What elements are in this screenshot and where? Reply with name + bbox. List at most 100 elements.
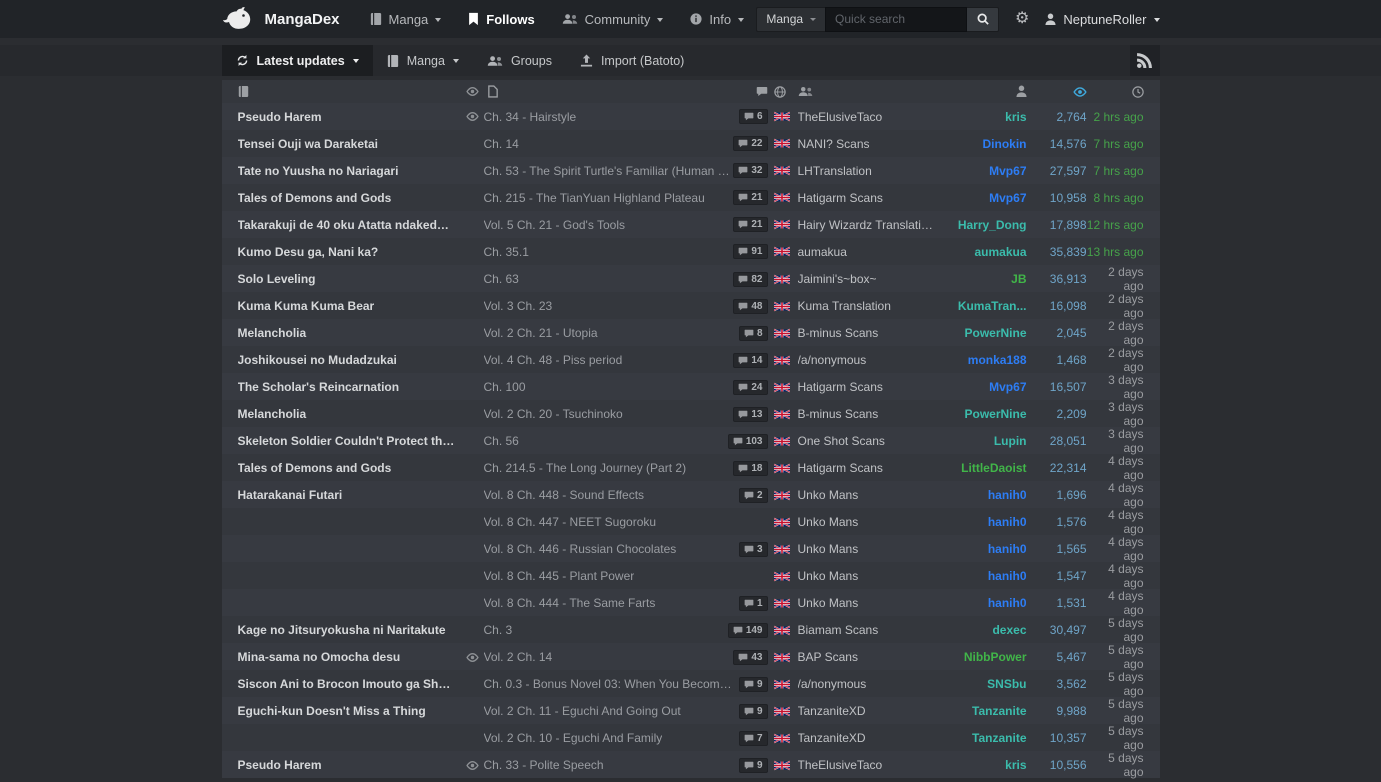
chapter-link[interactable]: Vol. 5 Ch. 21 - God's Tools [484, 218, 625, 232]
manga-title-link[interactable]: Kage no Jitsuryokusha ni Naritakute [238, 623, 466, 637]
manga-title-link[interactable]: Skeleton Soldier Couldn't Protect the Du… [238, 434, 466, 448]
manga-title-link[interactable]: Pseudo Harem [238, 110, 466, 124]
uploader-link[interactable]: Mvp67 [943, 164, 1027, 178]
comments-badge[interactable]: 21 [733, 190, 767, 205]
group-link[interactable]: aumakua [798, 245, 943, 259]
chapter-link[interactable]: Ch. 63 [484, 272, 519, 286]
chapter-link[interactable]: Ch. 33 - Polite Speech [484, 758, 604, 772]
uploader-link[interactable]: aumakua [943, 245, 1027, 259]
group-link[interactable]: BAP Scans [798, 650, 943, 664]
manga-title-link[interactable]: Mina-sama no Omocha desu [238, 650, 466, 664]
uploader-link[interactable]: monka188 [943, 353, 1027, 367]
chapter-link[interactable]: Vol. 8 Ch. 445 - Plant Power [484, 569, 635, 583]
chapter-link[interactable]: Vol. 2 Ch. 14 [484, 650, 553, 664]
chapter-link[interactable]: Vol. 8 Ch. 444 - The Same Farts [484, 596, 656, 610]
comments-badge[interactable]: 9 [739, 677, 768, 692]
comments-badge[interactable]: 149 [728, 623, 768, 638]
uploader-link[interactable]: SNSbu [943, 677, 1027, 691]
uploader-link[interactable]: PowerNine [943, 326, 1027, 340]
manga-title-link[interactable]: Solo Leveling [238, 272, 466, 286]
group-link[interactable]: B-minus Scans [798, 407, 943, 421]
comments-badge[interactable]: 43 [733, 650, 767, 665]
manga-title-link[interactable]: Tales of Demons and Gods [238, 461, 466, 475]
comments-badge[interactable]: 13 [733, 407, 767, 422]
uploader-link[interactable]: KumaTran... [943, 299, 1027, 313]
chapter-link[interactable]: Ch. 100 [484, 380, 526, 394]
chapter-link[interactable]: Vol. 2 Ch. 21 - Utopia [484, 326, 598, 340]
chapter-link[interactable]: Vol. 4 Ch. 48 - Piss period [484, 353, 623, 367]
group-link[interactable]: TanzaniteXD [798, 731, 943, 745]
manga-title-link[interactable]: Kuma Kuma Kuma Bear [238, 299, 466, 313]
comments-badge[interactable]: 82 [733, 272, 767, 287]
uploader-link[interactable]: hanih0 [943, 569, 1027, 583]
comments-badge[interactable]: 7 [739, 731, 768, 746]
group-link[interactable]: Unko Mans [798, 488, 943, 502]
uploader-link[interactable]: dexec [943, 623, 1027, 637]
uploader-link[interactable]: Tanzanite [943, 704, 1027, 718]
search-button[interactable] [967, 7, 999, 32]
comments-badge[interactable]: 2 [739, 488, 768, 503]
uploader-link[interactable]: LittleDaoist [943, 461, 1027, 475]
uploader-link[interactable]: Harry_Dong [943, 218, 1027, 232]
nav-info[interactable]: Info [690, 12, 744, 27]
group-link[interactable]: TanzaniteXD [798, 704, 943, 718]
comments-badge[interactable]: 18 [733, 461, 767, 476]
chapter-link[interactable]: Ch. 53 - The Spirit Turtle's Familiar (H… [484, 164, 736, 178]
uploader-link[interactable]: PowerNine [943, 407, 1027, 421]
group-link[interactable]: Hatigarm Scans [798, 380, 943, 394]
chapter-link[interactable]: Ch. 3 [484, 623, 513, 637]
group-link[interactable]: Unko Mans [798, 515, 943, 529]
group-link[interactable]: TheElusiveTaco [798, 758, 943, 772]
uploader-link[interactable]: Mvp67 [943, 191, 1027, 205]
group-link[interactable]: Biamam Scans [798, 623, 943, 637]
manga-title-link[interactable]: Tales of Demons and Gods [238, 191, 466, 205]
comments-badge[interactable]: 8 [739, 326, 768, 341]
tab-latest-updates[interactable]: Latest updates [222, 45, 373, 76]
uploader-link[interactable]: Mvp67 [943, 380, 1027, 394]
comments-badge[interactable]: 6 [739, 109, 768, 124]
comments-badge[interactable]: 91 [733, 244, 767, 259]
chapter-link[interactable]: Vol. 8 Ch. 446 - Russian Chocolates [484, 542, 677, 556]
manga-title-link[interactable]: Melancholia [238, 326, 466, 340]
nav-manga[interactable]: Manga [370, 12, 442, 27]
comments-badge[interactable]: 3 [739, 542, 768, 557]
search-input[interactable] [825, 7, 967, 32]
uploader-link[interactable]: hanih0 [943, 596, 1027, 610]
chapter-link[interactable]: Vol. 2 Ch. 20 - Tsuchinoko [484, 407, 623, 421]
manga-title-link[interactable]: Hatarakanai Futari [238, 488, 466, 502]
nav-follows[interactable]: Follows [468, 12, 534, 27]
manga-title-link[interactable]: Joshikousei no Mudadzukai [238, 353, 466, 367]
tab-manga[interactable]: Manga [373, 45, 473, 76]
chapter-link[interactable]: Ch. 214.5 - The Long Journey (Part 2) [484, 461, 687, 475]
chapter-link[interactable]: Ch. 35.1 [484, 245, 529, 259]
manga-title-link[interactable]: The Scholar's Reincarnation [238, 380, 466, 394]
group-link[interactable]: /a/nonymous [798, 353, 943, 367]
uploader-link[interactable]: hanih0 [943, 542, 1027, 556]
group-link[interactable]: B-minus Scans [798, 326, 943, 340]
group-link[interactable]: Unko Mans [798, 596, 943, 610]
group-link[interactable]: Jaimini's~box~ [798, 272, 943, 286]
tab-groups[interactable]: Groups [473, 45, 566, 76]
manga-title-link[interactable]: Eguchi-kun Doesn't Miss a Thing [238, 704, 466, 718]
group-link[interactable]: TheElusiveTaco [798, 110, 943, 124]
group-link[interactable]: Hairy Wizardz Translations [798, 218, 943, 232]
uploader-link[interactable]: Tanzanite [943, 731, 1027, 745]
manga-title-link[interactable]: Kumo Desu ga, Nani ka? [238, 245, 466, 259]
comments-badge[interactable]: 24 [733, 380, 767, 395]
nav-community[interactable]: Community [562, 12, 664, 27]
comments-badge[interactable]: 103 [728, 434, 768, 449]
chapter-link[interactable]: Vol. 2 Ch. 10 - Eguchi And Family [484, 731, 663, 745]
group-link[interactable]: LHTranslation [798, 164, 943, 178]
uploader-link[interactable]: Lupin [943, 434, 1027, 448]
manga-title-link[interactable]: Siscon Ani to Brocon Imouto ga Shoujiki … [238, 677, 466, 691]
uploader-link[interactable]: Dinokin [943, 137, 1027, 151]
mangadex-home-link[interactable]: MangaDex [222, 7, 340, 32]
comments-badge[interactable]: 1 [739, 596, 768, 611]
group-link[interactable]: /a/nonymous [798, 677, 943, 691]
group-link[interactable]: Unko Mans [798, 569, 943, 583]
comments-badge[interactable]: 22 [733, 136, 767, 151]
gear-icon[interactable]: ⚙ [1015, 11, 1029, 27]
chapter-link[interactable]: Ch. 56 [484, 434, 519, 448]
comments-badge[interactable]: 21 [733, 217, 767, 232]
chapter-link[interactable]: Vol. 8 Ch. 448 - Sound Effects [484, 488, 645, 502]
